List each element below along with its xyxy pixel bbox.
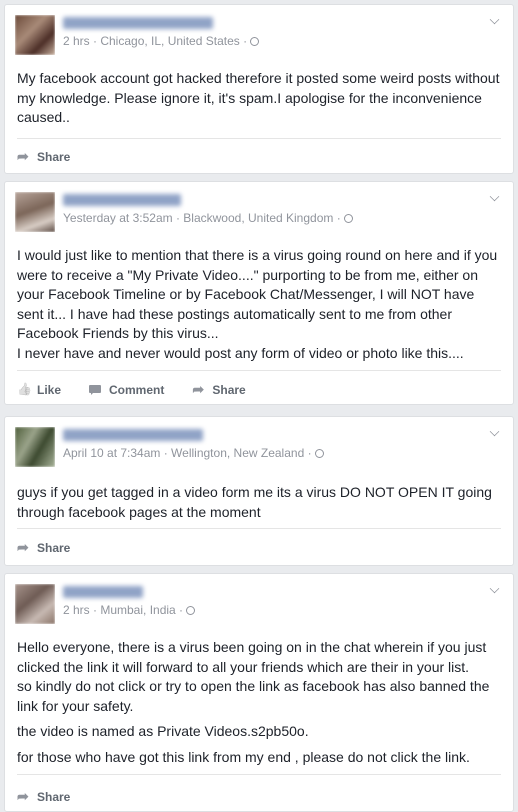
post-paragraph: My facebook account got hacked therefore… xyxy=(17,70,500,125)
globe-icon xyxy=(186,606,196,615)
post-card: 2 hrs · Mumbai, India · Hello everyone, … xyxy=(4,573,514,812)
post-paragraph: Hello everyone, there is a virus been go… xyxy=(17,639,487,675)
post-card: Yesterday at 3:52am · Blackwood, United … xyxy=(4,181,514,405)
divider xyxy=(17,774,501,775)
post-paragraph: guys if you get tagged in a video form m… xyxy=(17,484,492,520)
avatar[interactable] xyxy=(15,15,55,55)
chevron-down-icon[interactable] xyxy=(489,14,500,25)
share-arrow-icon xyxy=(17,788,31,805)
author-name-blurred[interactable] xyxy=(63,429,203,441)
share-button[interactable]: Share xyxy=(17,788,70,805)
post-body: Hello everyone, there is a virus been go… xyxy=(17,638,501,767)
chevron-down-icon[interactable] xyxy=(489,583,500,594)
share-arrow-icon xyxy=(17,539,31,556)
author-name-blurred[interactable] xyxy=(63,17,213,29)
post-actions: Share xyxy=(17,539,70,556)
post-meta: 2 hrs · Mumbai, India · xyxy=(63,603,196,617)
share-button[interactable]: Share xyxy=(17,539,70,556)
post-card: 2 hrs · Chicago, IL, United States · My … xyxy=(4,4,514,174)
post-paragraph: I never have and never would post any fo… xyxy=(17,344,464,361)
divider xyxy=(17,370,501,371)
post-meta: April 10 at 7:34am · Wellington, New Zea… xyxy=(63,446,324,460)
share-button[interactable]: Share xyxy=(192,381,245,398)
post-actions: Share xyxy=(17,148,70,165)
post-paragraph: the video is named as Private Videos.s2p… xyxy=(17,723,309,739)
share-button[interactable]: Share xyxy=(17,148,70,165)
thumbs-up-icon xyxy=(17,384,31,396)
post-actions: Share xyxy=(17,788,70,805)
speech-bubble-icon xyxy=(89,384,103,396)
author-name-blurred[interactable] xyxy=(63,194,181,206)
share-arrow-icon xyxy=(192,381,206,398)
share-arrow-icon xyxy=(17,148,31,165)
post-paragraph: so kindly do not click or try to open th… xyxy=(17,678,490,714)
post-body: I would just like to mention that there … xyxy=(17,246,501,363)
comment-button[interactable]: Comment xyxy=(89,383,164,397)
globe-icon xyxy=(314,449,324,458)
post-paragraph: I would just like to mention that there … xyxy=(17,247,498,341)
divider xyxy=(17,138,501,139)
chevron-down-icon[interactable] xyxy=(489,426,500,437)
avatar[interactable] xyxy=(15,427,55,467)
post-body: guys if you get tagged in a video form m… xyxy=(17,483,501,522)
avatar[interactable] xyxy=(15,584,55,624)
post-meta: 2 hrs · Chicago, IL, United States · xyxy=(63,34,260,48)
author-name-blurred[interactable] xyxy=(63,586,143,598)
post-actions: Like Comment Share xyxy=(17,381,246,398)
avatar[interactable] xyxy=(15,192,55,232)
post-paragraph: for those who have got this link from my… xyxy=(17,748,470,765)
chevron-down-icon[interactable] xyxy=(489,191,500,202)
post-meta: Yesterday at 3:52am · Blackwood, United … xyxy=(63,211,353,225)
like-button[interactable]: Like xyxy=(17,383,61,397)
globe-icon xyxy=(343,214,353,223)
globe-icon xyxy=(250,37,260,46)
post-body: My facebook account got hacked therefore… xyxy=(17,69,501,128)
post-card: April 10 at 7:34am · Wellington, New Zea… xyxy=(4,416,514,566)
divider xyxy=(17,528,501,529)
